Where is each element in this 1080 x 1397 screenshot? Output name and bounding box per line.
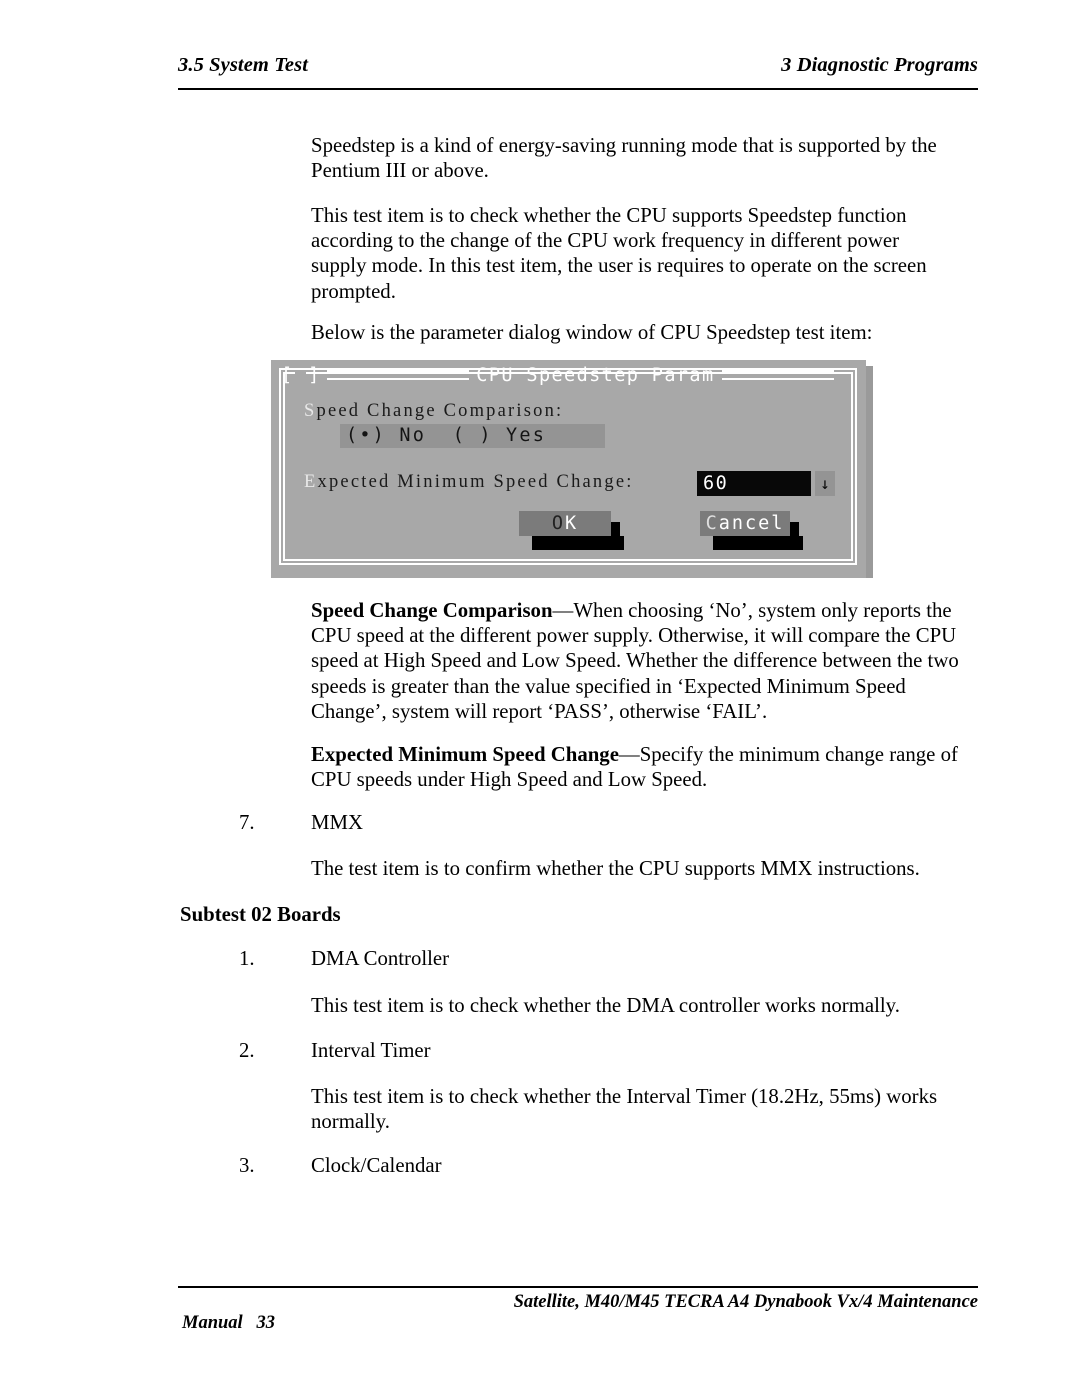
running-head-right: 3 Diagnostic Programs [781, 54, 978, 76]
running-head-left: 3.5 System Test [178, 54, 309, 76]
speed-change-comparison-label: Speed Change Comparison: [304, 401, 563, 422]
list-item-mmx: 7. MMX [239, 810, 959, 835]
paragraph-speed-change-comparison: Speed Change Comparison—When choosing ‘N… [311, 598, 959, 724]
list-item-clock-calendar: 3. Clock/Calendar [239, 1153, 959, 1178]
cancel-hotkey: C [705, 513, 719, 534]
label-text: xpected Minimum Speed Change: [317, 472, 634, 492]
paragraph-mmx-body: The test item is to confirm whether the … [311, 857, 920, 880]
term-speed-change-comparison: Speed Change Comparison [311, 599, 553, 622]
list-item-label: Clock/Calendar [311, 1154, 442, 1177]
paragraph-expected-minimum-speed-change: Expected Minimum Speed Change—Specify th… [311, 742, 959, 792]
document-page: 3.5 System Test 3 Diagnostic Programs Sp… [0, 0, 1080, 1397]
list-item-number: 2. [239, 1039, 255, 1062]
footer-product-line: Satellite, M40/M45 TECRA A4 Dynabook Vx/… [513, 1292, 978, 1312]
hotkey-s: S [304, 401, 317, 421]
list-item-number: 1. [239, 947, 255, 970]
footer-page-number: Manual 33 [182, 1313, 276, 1333]
ok-label: K [565, 513, 579, 534]
dialog-title-bar: [] CPU Speedstep Param [281, 364, 851, 386]
dialog-title: CPU Speedstep Param [476, 364, 715, 386]
speed-change-comparison-radio-group[interactable]: (•) No ( ) Yes [340, 424, 605, 448]
paragraph-speedstep-test: This test item is to check whether the C… [311, 204, 927, 303]
paragraph-speedstep-intro: Speedstep is a kind of energy-saving run… [311, 134, 937, 183]
label-text: peed Change Comparison: [316, 401, 564, 421]
ok-button[interactable]: OK [519, 511, 624, 550]
cancel-shadow-bottom [713, 536, 803, 550]
term-expected-minimum-speed-change: Expected Minimum Speed Change [311, 743, 619, 766]
title-rule-left [327, 370, 470, 380]
footer-divider [178, 1286, 978, 1288]
list-item-label: Interval Timer [311, 1039, 431, 1062]
expected-minimum-speed-change-label: Expected Minimum Speed Change: [304, 472, 634, 493]
ok-hotkey: O [551, 513, 565, 534]
paragraph-interval-timer-body: This test item is to check whether the I… [311, 1085, 938, 1134]
paragraph-dma-controller-body: This test item is to check whether the D… [311, 994, 900, 1017]
dialog-shadow-right [866, 366, 873, 578]
list-item-label: MMX [311, 811, 364, 834]
subtest-heading: Subtest 02 Boards [180, 903, 341, 926]
chevron-down-icon[interactable]: ↓ [815, 471, 835, 496]
expected-minimum-speed-change-input[interactable]: 60 [697, 471, 811, 496]
list-item-label: DMA Controller [311, 947, 450, 970]
ok-shadow-bottom [532, 536, 624, 550]
cancel-button[interactable]: Cancel [700, 511, 803, 550]
list-item-interval-timer: 2. Interval Timer [239, 1038, 959, 1063]
title-rule-right [721, 370, 834, 380]
running-head: 3.5 System Test 3 Diagnostic Programs [178, 54, 978, 77]
list-item-number: 7. [239, 811, 255, 834]
cancel-label: ancel [718, 513, 785, 534]
list-item-dma-controller: 1. DMA Controller [239, 946, 959, 971]
header-divider [178, 88, 978, 90]
close-box-icon[interactable]: [] [281, 365, 320, 386]
list-item-number: 3. [239, 1154, 255, 1177]
hotkey-e: E [304, 472, 318, 492]
paragraph-dialog-intro: Below is the parameter dialog window of … [311, 321, 873, 344]
